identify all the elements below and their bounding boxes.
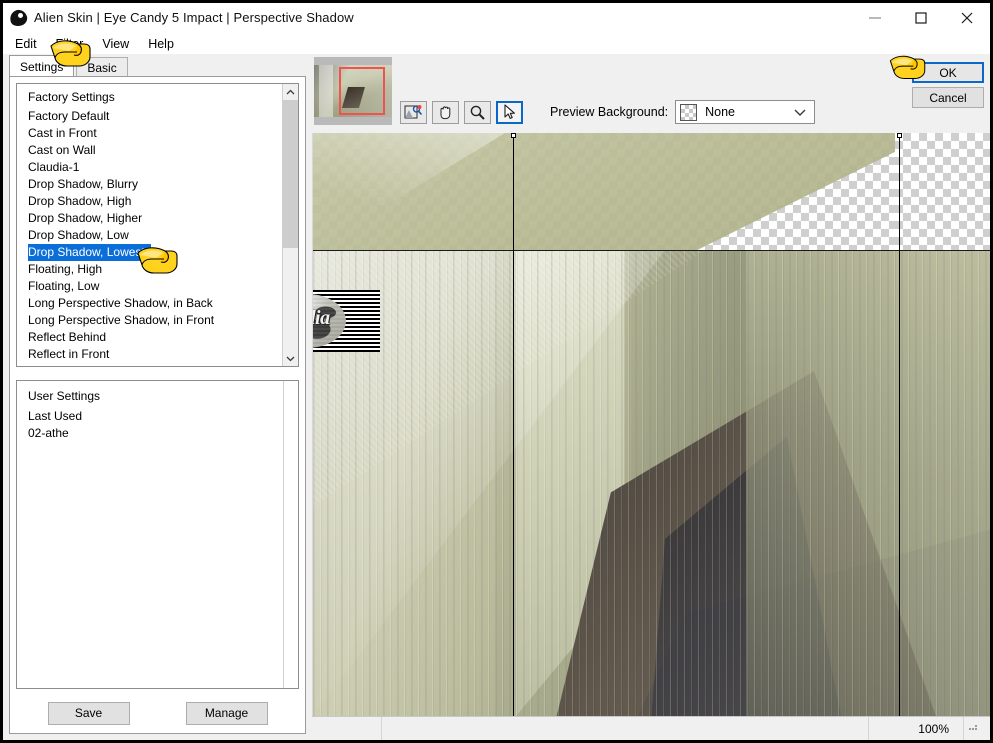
list-item[interactable]: Drop Shadow, Low [17,227,282,244]
list-item[interactable]: 02-athe [17,425,283,442]
resize-grip-icon[interactable] [964,717,990,740]
watermark-claudia: claudia [313,290,380,352]
tool-row: Preview Background: None [400,100,816,124]
manage-button[interactable]: Manage [185,701,268,725]
chevron-down-icon[interactable] [794,106,806,120]
hand-pointer-cursor-ok [889,55,926,79]
menu-item-edit[interactable]: Edit [12,36,46,52]
list-item[interactable]: Drop Shadow, Higher [17,210,282,227]
preview-artwork [313,250,990,716]
user-settings-header: User Settings [28,389,101,403]
list-item[interactable]: Drop Shadow, High [17,193,282,210]
list-item-selected-label: Drop Shadow, Lowest [28,244,151,261]
scroll-thumb[interactable] [283,100,298,248]
list-item[interactable]: Drop Shadow, Blurry [17,176,282,193]
list-item[interactable]: Claudia-1 [17,159,282,176]
transform-guide-horizontal [313,250,990,251]
status-cell-middle [382,717,869,740]
list-item[interactable]: Reflect in Front [17,346,282,363]
image-preview-canvas[interactable]: claudia [312,133,990,716]
transparency-checkerboard-right [895,133,990,250]
preview-compare-icon[interactable] [400,100,427,124]
settings-actions: Save Manage [16,689,299,727]
transform-guide-vertical-right[interactable] [899,133,900,716]
transform-guide-vertical[interactable] [513,133,514,716]
scroll-up-icon[interactable] [283,84,298,100]
alien-skin-logo-icon [7,7,30,29]
minimize-icon[interactable] [852,3,898,33]
list-item[interactable]: Factory Default [17,108,282,125]
list-item[interactable]: Floating, Low [17,278,282,295]
list-item[interactable]: Long Perspective Shadow, in Back [17,295,282,312]
settings-panel: Settings Basic Factory Settings Factory … [3,54,312,740]
preview-background-label: Preview Background: [550,105,669,119]
window-title: Alien Skin | Eye Candy 5 Impact | Perspe… [34,10,354,25]
zoom-level: 100% [869,717,964,740]
scroll-down-icon[interactable] [283,350,298,366]
menu-item-view[interactable]: View [99,36,138,52]
preview-background-select[interactable]: None [675,100,816,124]
menu-bar: Edit Filter View Help [3,33,990,54]
preview-background-value: None [705,105,736,119]
hand-pointer-cursor-list [137,247,178,274]
factory-settings-listbox[interactable]: Factory Settings Factory Default Cast in… [16,83,299,367]
list-item[interactable]: Cast on Wall [17,142,282,159]
hand-tool-icon[interactable] [432,100,459,124]
menu-item-help[interactable]: Help [145,36,183,52]
factory-settings-header: Factory Settings [28,90,115,104]
list-item[interactable]: Cast in Front [17,125,282,142]
list-item[interactable]: Long Perspective Shadow, in Front [17,312,282,329]
scroll-track[interactable] [283,100,298,350]
save-button[interactable]: Save [47,701,130,725]
list-item[interactable]: Last Used [17,408,283,425]
navigator-viewport-rect[interactable] [339,67,385,115]
status-cell-left [312,717,382,740]
cancel-button[interactable]: Cancel [912,87,984,108]
hand-pointer-cursor-filter [50,40,91,67]
transform-handle-top-right[interactable] [897,133,902,138]
pointer-tool-icon[interactable] [496,100,523,124]
transform-handle-top[interactable] [511,133,516,138]
navigator-thumbnail[interactable] [314,57,392,125]
maximize-icon[interactable] [898,3,944,33]
user-settings-list: User Settings Last Used 02-athe [17,381,283,688]
user-list-scrollbar[interactable] [283,381,298,688]
list-item[interactable]: Reflect in Front, Faint [17,363,282,366]
status-bar: 100% [312,716,990,740]
application-window: Alien Skin | Eye Candy 5 Impact | Perspe… [0,0,993,743]
transparency-swatch-icon [680,103,698,121]
main-body: Settings Basic Factory Settings Factory … [3,54,990,740]
preview-panel: Preview Background: None OK Cancel ia 10… [312,54,990,740]
factory-settings-list: Factory Settings Factory Default Cast in… [17,84,282,366]
list-item[interactable]: Reflect Behind [17,329,282,346]
user-settings-listbox[interactable]: User Settings Last Used 02-athe [16,380,299,689]
close-icon[interactable] [944,3,990,33]
settings-tab-panel: Factory Settings Factory Default Cast in… [9,76,306,734]
window-controls [852,3,990,33]
watermark-text: claudia [313,307,330,329]
zoom-tool-icon[interactable] [464,100,491,124]
factory-list-scrollbar[interactable] [282,84,298,366]
title-bar: Alien Skin | Eye Candy 5 Impact | Perspe… [3,3,990,33]
